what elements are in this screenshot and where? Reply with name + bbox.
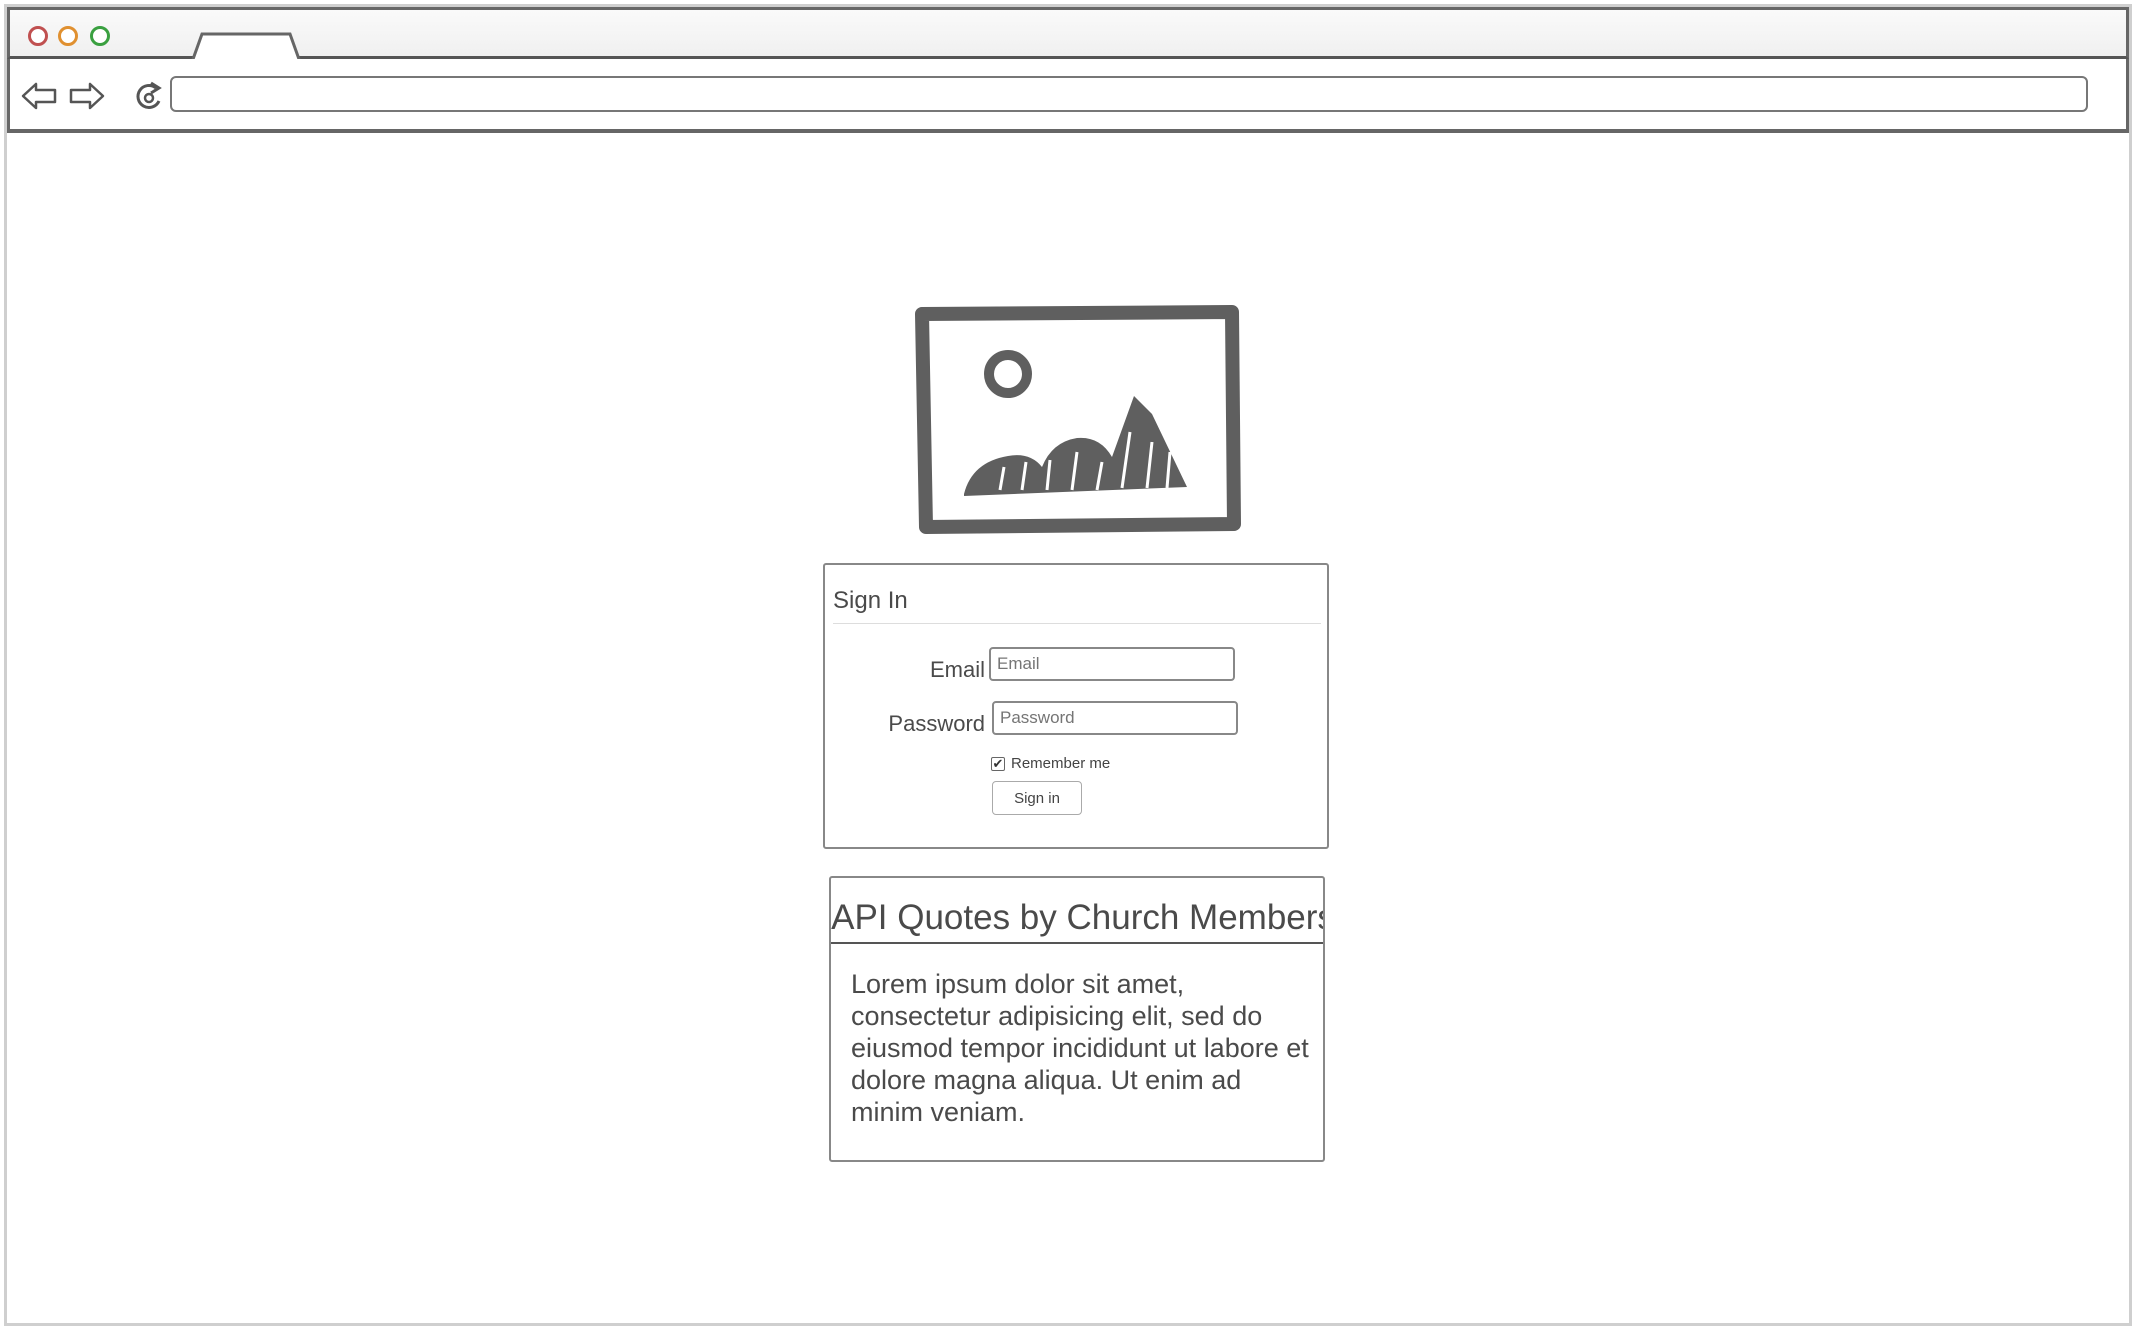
close-window-button[interactable] [28, 26, 48, 46]
password-field[interactable] [992, 701, 1238, 735]
back-arrow-icon[interactable] [20, 79, 58, 113]
quotes-panel-title: API Quotes by Church Members [831, 898, 1325, 937]
remember-me-row: ✔ Remember me [991, 755, 1110, 772]
quotes-panel-body: Lorem ipsum dolor sit amet, consectetur … [851, 969, 1309, 1127]
sign-in-panel: Sign In Email Password ✔ Remember me Sig… [823, 563, 1329, 849]
title-bar [7, 7, 2129, 62]
sign-in-header: Sign In [833, 587, 908, 614]
image-placeholder-icon [915, 305, 1241, 534]
email-label: Email [929, 657, 985, 682]
email-field[interactable] [989, 647, 1235, 681]
quotes-panel-divider [831, 942, 1323, 944]
reload-icon[interactable] [132, 79, 170, 113]
browser-toolbar [7, 59, 2129, 133]
sign-in-button[interactable]: Sign in [992, 781, 1082, 815]
maximize-window-button[interactable] [90, 26, 110, 46]
forward-arrow-icon[interactable] [68, 79, 106, 113]
quotes-panel: API Quotes by Church Members Lorem ipsum… [829, 876, 1325, 1162]
sign-in-divider [833, 623, 1321, 624]
browser-tab[interactable] [190, 32, 302, 62]
remember-me-checkbox[interactable]: ✔ [991, 756, 1005, 771]
browser-window: Sign In Email Password ✔ Remember me Sig… [4, 4, 2132, 1326]
address-bar[interactable] [170, 76, 2088, 112]
password-label: Password [888, 711, 985, 736]
remember-me-label: Remember me [1011, 755, 1111, 772]
minimize-window-button[interactable] [58, 26, 78, 46]
